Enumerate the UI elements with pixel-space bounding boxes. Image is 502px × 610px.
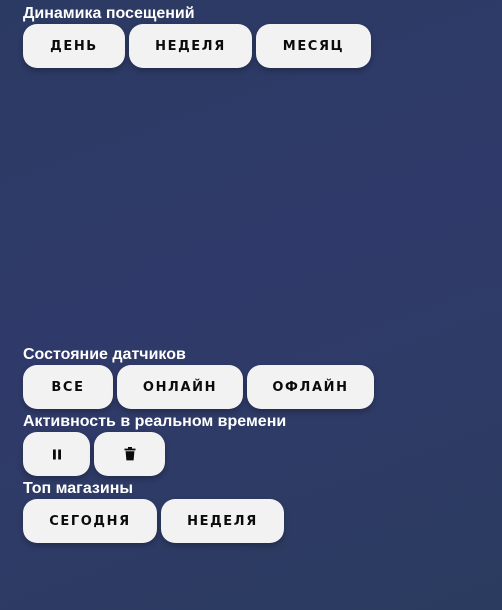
visits-month-button[interactable]: МЕСЯЦ xyxy=(256,24,371,68)
sensors-offline-button[interactable]: ОФЛАЙН xyxy=(247,365,374,409)
sensors-all-button[interactable]: ВСЕ xyxy=(23,365,113,409)
visits-section: Динамика посещений ДЕНЬ НЕДЕЛЯ МЕСЯЦ xyxy=(23,5,371,68)
shops-title: Топ магазины xyxy=(23,480,134,497)
pause-icon xyxy=(52,449,62,460)
visits-week-button[interactable]: НЕДЕЛЯ xyxy=(129,24,252,68)
pause-button[interactable] xyxy=(23,432,90,476)
sensors-title: Состояние датчиков xyxy=(23,346,186,363)
visits-period-buttons: ДЕНЬ НЕДЕЛЯ МЕСЯЦ xyxy=(23,24,371,68)
sensors-online-button[interactable]: ОНЛАЙН xyxy=(117,365,243,409)
shops-period-buttons: СЕГОДНЯ НЕДЕЛЯ xyxy=(23,499,284,543)
shops-section: Топ магазины СЕГОДНЯ НЕДЕЛЯ xyxy=(23,480,284,543)
trash-icon xyxy=(124,447,136,461)
sensors-filter-buttons: ВСЕ ОНЛАЙН ОФЛАЙН xyxy=(23,365,374,409)
sensors-section: Состояние датчиков ВСЕ ОНЛАЙН ОФЛАЙН xyxy=(23,346,374,409)
activity-title: Активность в реальном времени xyxy=(23,413,287,430)
visits-day-button[interactable]: ДЕНЬ xyxy=(23,24,125,68)
activity-control-buttons xyxy=(23,432,286,476)
clear-button[interactable] xyxy=(94,432,165,476)
activity-section: Активность в реальном времени xyxy=(23,413,286,476)
shops-week-button[interactable]: НЕДЕЛЯ xyxy=(161,499,284,543)
visits-title: Динамика посещений xyxy=(23,5,195,22)
shops-today-button[interactable]: СЕГОДНЯ xyxy=(23,499,157,543)
